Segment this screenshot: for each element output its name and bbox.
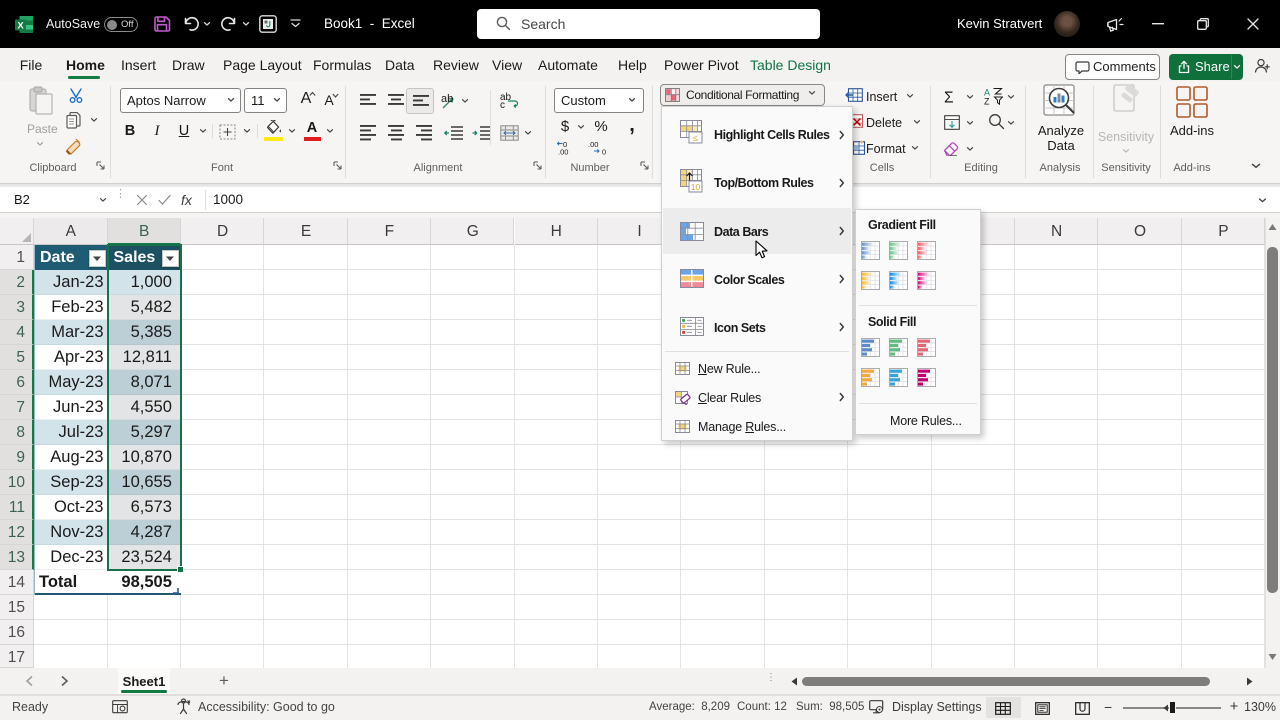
svg-text:0: 0: [602, 148, 606, 156]
svg-text:c: c: [500, 100, 505, 109]
svg-text:X: X: [17, 20, 24, 31]
svg-text:ab: ab: [441, 93, 453, 105]
svg-text:10: 10: [691, 182, 701, 192]
svg-text:Σ: Σ: [944, 90, 954, 105]
svg-text:fx: fx: [181, 192, 193, 207]
svg-text:.00: .00: [558, 148, 568, 156]
svg-text:Z: Z: [984, 97, 990, 106]
svg-text:.00: .00: [588, 140, 598, 149]
svg-text:≤: ≤: [693, 133, 698, 143]
